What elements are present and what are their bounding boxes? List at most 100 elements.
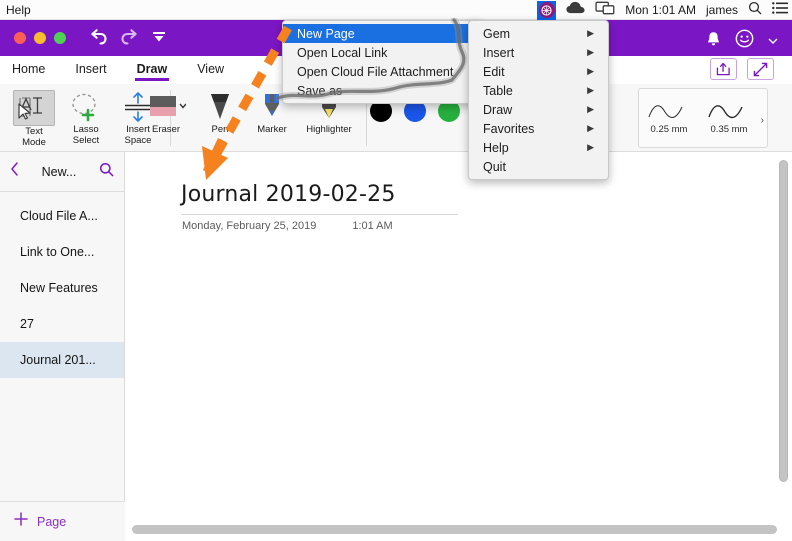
search-icon[interactable] bbox=[748, 1, 762, 20]
context-menu-root: Gem ▶ Insert ▶ Edit ▶ Table ▶ Draw ▶ Fav… bbox=[468, 20, 609, 180]
vertical-scrollbar[interactable] bbox=[779, 160, 788, 482]
close-button[interactable] bbox=[14, 32, 26, 44]
plus-icon bbox=[14, 512, 28, 531]
pen-icon bbox=[206, 90, 234, 124]
menu-item-open-local-link[interactable]: Open Local Link bbox=[283, 43, 481, 62]
title-underline bbox=[181, 214, 458, 215]
menu-item-table[interactable]: Table ▶ bbox=[469, 81, 608, 100]
stroke-sample-icon bbox=[648, 104, 683, 118]
submenu-arrow-icon: ▶ bbox=[587, 28, 594, 38]
gem-glyph bbox=[541, 4, 552, 16]
sidebar-header: New... bbox=[0, 152, 124, 192]
submenu-arrow-icon-7: ▶ bbox=[587, 142, 594, 152]
tool-text-mode[interactable]: Text Mode bbox=[8, 86, 60, 148]
list-icon[interactable] bbox=[772, 1, 788, 19]
add-page-label: Page bbox=[37, 514, 67, 529]
submenu-arrow-icon-5: ▶ bbox=[587, 104, 594, 114]
screen-share-icon[interactable] bbox=[595, 1, 615, 20]
page-meta: Monday, February 25, 2019 1:01 AM bbox=[182, 220, 393, 232]
menu-item-gem-label: Gem bbox=[483, 26, 511, 41]
redo-icon[interactable] bbox=[120, 28, 140, 46]
maximize-button[interactable] bbox=[54, 32, 66, 44]
sidebar-page-list: Cloud File A... Link to One... New Featu… bbox=[0, 192, 124, 378]
menu-item-edit-label: Edit bbox=[483, 64, 505, 79]
avatar[interactable] bbox=[735, 29, 754, 53]
tool-lasso-label-1: Lasso bbox=[73, 124, 99, 135]
tool-highlighter-label: Highlighter bbox=[306, 124, 352, 135]
context-menu-gem: New Page Open Local Link Open Cloud File… bbox=[282, 20, 482, 104]
gallery-more-icon[interactable]: › bbox=[761, 115, 764, 126]
submenu-arrow-icon-4: ▶ bbox=[587, 85, 594, 95]
menu-item-insert-label: Insert bbox=[483, 45, 515, 60]
sidebar-item-27[interactable]: 27 bbox=[0, 306, 124, 342]
menu-item-gem[interactable]: Gem ▶ bbox=[469, 24, 608, 43]
share-button[interactable] bbox=[710, 58, 737, 80]
tool-text-mode-label-2: Mode bbox=[22, 137, 46, 148]
quick-access-toolbar bbox=[88, 28, 166, 46]
window-controls bbox=[14, 32, 66, 44]
menu-item-save-as[interactable]: Save as bbox=[283, 81, 481, 100]
gem-icon[interactable] bbox=[537, 0, 557, 20]
sidebar-item-link-to-one[interactable]: Link to One... bbox=[0, 234, 124, 270]
titlebar-right-controls bbox=[706, 29, 778, 53]
macos-menu-bar: Help Mon 1:01 AM james bbox=[0, 0, 792, 20]
sidebar-item-cloud-file[interactable]: Cloud File A... bbox=[0, 198, 124, 234]
minimize-button[interactable] bbox=[34, 32, 46, 44]
menu-item-edit[interactable]: Edit ▶ bbox=[469, 62, 608, 81]
page-title[interactable]: Journal 2019-02-25 bbox=[181, 182, 396, 207]
thickness-label-035: 0.35 mm bbox=[710, 123, 748, 135]
menu-item-insert[interactable]: Insert ▶ bbox=[469, 43, 608, 62]
sidebar-item-new-features[interactable]: New Features bbox=[0, 270, 124, 306]
page-canvas[interactable]: Journal 2019-02-25 Monday, February 25, … bbox=[126, 152, 792, 541]
tab-view[interactable]: View bbox=[195, 59, 226, 82]
tool-eraser[interactable]: Eraser bbox=[138, 86, 194, 135]
menu-item-quit-label: Quit bbox=[483, 159, 506, 174]
cloud-icon[interactable] bbox=[566, 1, 585, 19]
menu-item-help[interactable]: Help ▶ bbox=[469, 138, 608, 157]
thickness-option-035[interactable]: 0.35 mm bbox=[699, 102, 759, 135]
macos-clock[interactable]: Mon 1:01 AM bbox=[625, 3, 696, 17]
submenu-arrow-icon-6: ▶ bbox=[587, 123, 594, 133]
customize-qat-icon[interactable] bbox=[152, 30, 166, 44]
tool-pen[interactable]: Pen bbox=[194, 86, 246, 135]
tab-draw[interactable]: Draw bbox=[134, 59, 170, 82]
add-page-button[interactable]: Page bbox=[0, 501, 125, 541]
eraser-icon bbox=[146, 90, 186, 124]
tool-text-mode-label-1: Text bbox=[25, 126, 43, 137]
pen-thickness-gallery: 0.25 mm 0.35 mm › bbox=[638, 88, 768, 148]
menu-item-draw[interactable]: Draw ▶ bbox=[469, 100, 608, 119]
macos-status-items: Mon 1:01 AM james bbox=[537, 0, 788, 20]
menu-item-favorites-label: Favorites bbox=[483, 121, 535, 136]
menu-item-new-page[interactable]: New Page bbox=[283, 24, 481, 43]
expand-button[interactable] bbox=[747, 58, 774, 80]
menu-item-open-cloud-file-attachment[interactable]: Open Cloud File Attachment bbox=[283, 62, 481, 81]
macos-username[interactable]: james bbox=[706, 3, 738, 17]
menu-item-help-label: Help bbox=[483, 140, 509, 155]
menu-item-favorites[interactable]: Favorites ▶ bbox=[469, 119, 608, 138]
menu-item-quit[interactable]: Quit bbox=[469, 157, 608, 176]
ribbon-right-buttons bbox=[710, 58, 774, 80]
sidebar-search-icon[interactable] bbox=[99, 162, 114, 182]
sidebar-item-journal[interactable]: Journal 201... bbox=[0, 342, 124, 378]
sidebar-title: New... bbox=[41, 164, 77, 179]
tool-marker-label: Marker bbox=[257, 124, 287, 135]
horizontal-scrollbar[interactable] bbox=[132, 525, 777, 534]
tool-lasso-label-2: Select bbox=[72, 135, 100, 146]
share-icon bbox=[716, 62, 730, 76]
expand-icon bbox=[753, 62, 768, 76]
tab-home[interactable]: Home bbox=[10, 59, 47, 82]
tool-lasso-select[interactable]: Lasso Select bbox=[60, 86, 112, 146]
stroke-sample-icon-2 bbox=[708, 104, 743, 118]
tab-insert[interactable]: Insert bbox=[73, 59, 108, 82]
tool-pen-label: Pen bbox=[211, 124, 229, 135]
thickness-option-025[interactable]: 0.25 mm bbox=[639, 102, 699, 135]
page-time[interactable]: 1:01 AM bbox=[352, 220, 392, 232]
chevron-down-icon[interactable] bbox=[768, 32, 778, 50]
notification-bell-icon[interactable] bbox=[706, 31, 721, 52]
text-mode-icon bbox=[13, 90, 55, 126]
page-date[interactable]: Monday, February 25, 2019 bbox=[182, 220, 316, 232]
submenu-arrow-icon-3: ▶ bbox=[587, 66, 594, 76]
chevron-left-icon[interactable] bbox=[10, 162, 19, 181]
macos-app-menu-help[interactable]: Help bbox=[6, 3, 31, 17]
undo-icon[interactable] bbox=[88, 28, 108, 46]
